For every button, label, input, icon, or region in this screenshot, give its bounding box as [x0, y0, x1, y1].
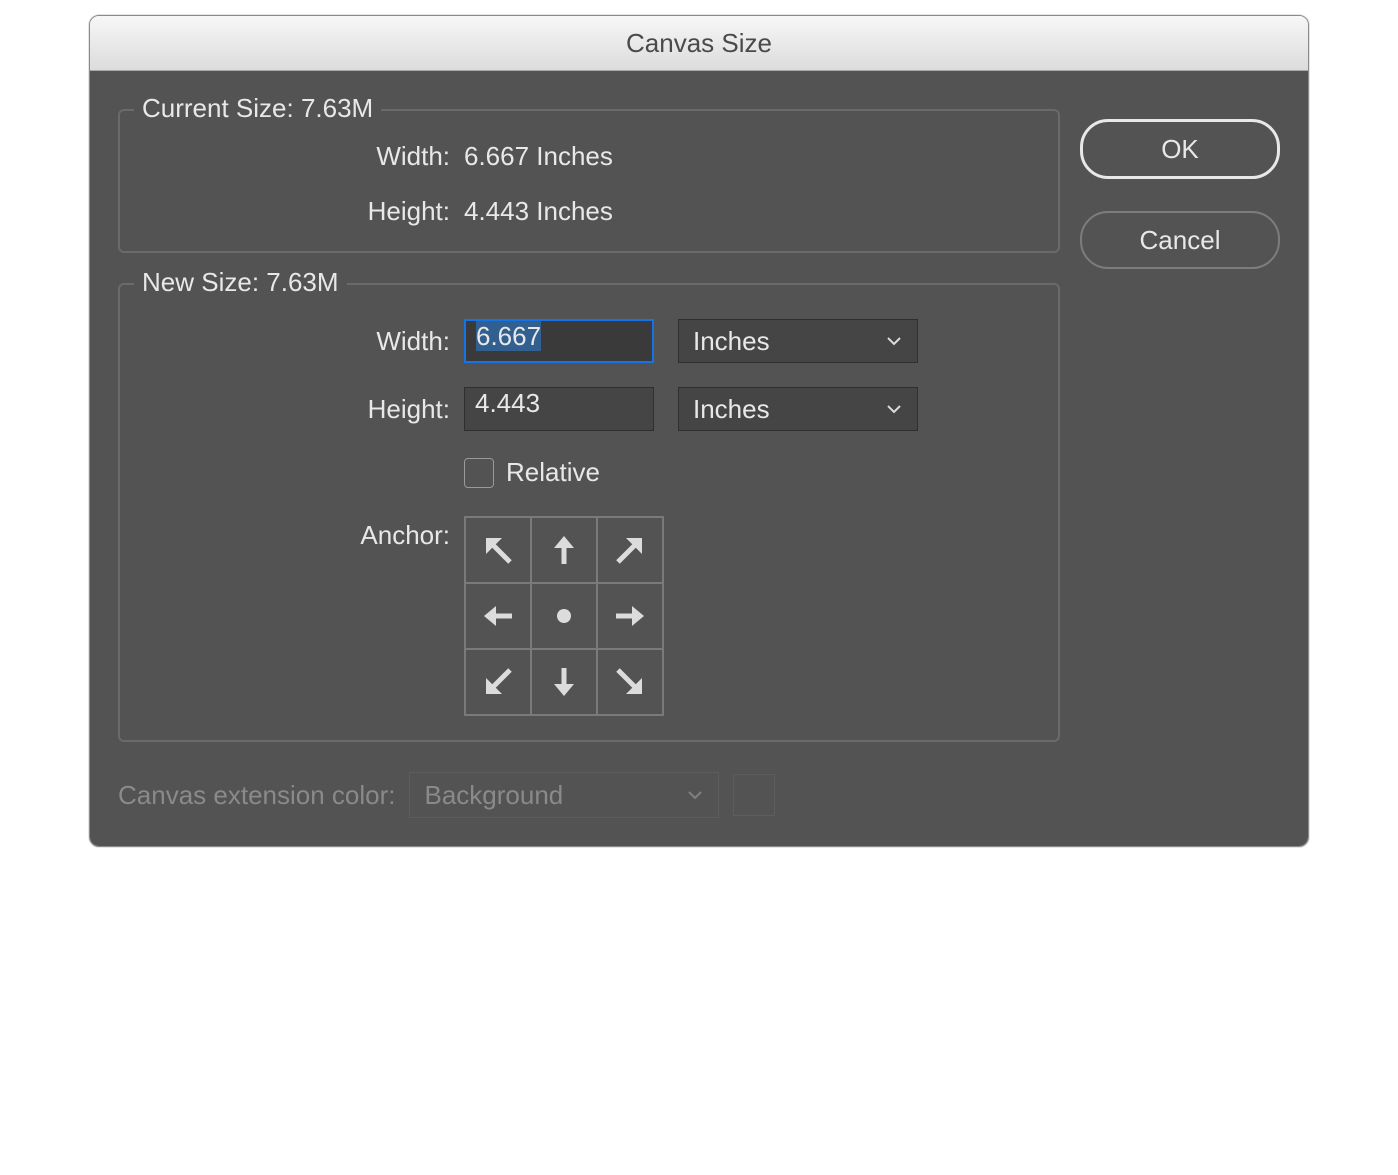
- current-width-label: Width:: [140, 141, 464, 172]
- anchor-sw[interactable]: [465, 649, 531, 715]
- current-width-value: 6.667 Inches: [464, 141, 613, 172]
- anchor-nw[interactable]: [465, 517, 531, 583]
- width-unit-value: Inches: [693, 326, 770, 357]
- relative-checkbox[interactable]: [464, 458, 494, 488]
- new-size-group: New Size: 7.63M Width: 6.667 Inches: [118, 283, 1060, 742]
- current-height-value: 4.443 Inches: [464, 196, 613, 227]
- new-width-label: Width:: [140, 326, 464, 357]
- extension-color-row: Canvas extension color: Background: [118, 772, 1060, 818]
- anchor-e[interactable]: [597, 583, 663, 649]
- anchor-w[interactable]: [465, 583, 531, 649]
- height-input[interactable]: 4.443: [464, 387, 654, 431]
- new-size-legend: New Size: 7.63M: [134, 267, 347, 298]
- anchor-grid: [464, 516, 664, 716]
- anchor-ne[interactable]: [597, 517, 663, 583]
- height-unit-dropdown[interactable]: Inches: [678, 387, 918, 431]
- height-unit-value: Inches: [693, 394, 770, 425]
- cancel-button[interactable]: Cancel: [1080, 211, 1280, 269]
- width-input-value: 6.667: [476, 321, 541, 351]
- anchor-se[interactable]: [597, 649, 663, 715]
- chevron-down-icon: [885, 332, 903, 350]
- chevron-down-icon: [686, 786, 704, 804]
- extension-color-value: Background: [424, 780, 563, 811]
- ok-button[interactable]: OK: [1080, 119, 1280, 179]
- chevron-down-icon: [885, 400, 903, 418]
- height-input-value: 4.443: [475, 388, 540, 418]
- cancel-button-label: Cancel: [1140, 225, 1221, 256]
- relative-label: Relative: [506, 457, 600, 488]
- current-size-group: Current Size: 7.63M Width: 6.667 Inches …: [118, 109, 1060, 253]
- canvas-size-dialog: Canvas Size Current Size: 7.63M Width: 6…: [89, 15, 1309, 847]
- current-size-legend: Current Size: 7.63M: [134, 93, 381, 124]
- anchor-label: Anchor:: [140, 516, 464, 551]
- anchor-center[interactable]: [531, 583, 597, 649]
- current-height-label: Height:: [140, 196, 464, 227]
- extension-color-label: Canvas extension color:: [118, 780, 395, 811]
- new-height-label: Height:: [140, 394, 464, 425]
- ok-button-label: OK: [1161, 134, 1199, 165]
- width-unit-dropdown[interactable]: Inches: [678, 319, 918, 363]
- extension-color-dropdown: Background: [409, 772, 719, 818]
- anchor-s[interactable]: [531, 649, 597, 715]
- width-input[interactable]: 6.667: [464, 319, 654, 363]
- dialog-title: Canvas Size: [90, 16, 1308, 71]
- anchor-n[interactable]: [531, 517, 597, 583]
- extension-color-swatch: [733, 774, 775, 816]
